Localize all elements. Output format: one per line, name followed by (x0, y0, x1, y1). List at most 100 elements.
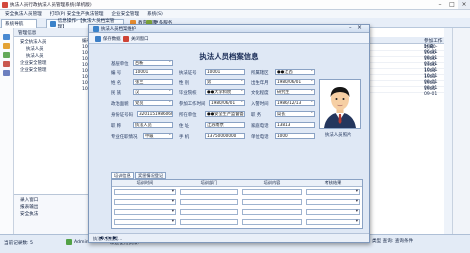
work-label: 参加工作时间 (179, 102, 206, 107)
join-label: 入警时间 (251, 102, 269, 107)
tree-item-2[interactable]: 执法人员 (26, 53, 44, 59)
grid-cell[interactable] (114, 189, 176, 195)
nation-select[interactable]: 汉 (133, 89, 173, 95)
party-label: 政治面貌 (111, 102, 129, 107)
menu-item-2[interactable]: 企业安全管理 (112, 11, 140, 17)
user-icon[interactable] (3, 52, 10, 58)
settings-icon[interactable] (3, 70, 10, 76)
grid-cell[interactable] (114, 199, 176, 205)
area-select[interactable]: ●●江西 (275, 69, 315, 75)
maximize-button[interactable]: □ (446, 0, 458, 9)
work-picker[interactable]: 1980/06/01 (209, 100, 245, 106)
dept-label: 基层单位 (111, 62, 129, 67)
mobile-input[interactable]: 13750000000 (205, 133, 245, 139)
id-input[interactable]: 320115198606050012 (137, 111, 173, 117)
office-label: 专业任职情况 (111, 135, 138, 140)
folder-icon[interactable] (3, 43, 10, 49)
dialog-heading: 执法人员档案信息 (199, 52, 259, 61)
user-status-icon (66, 239, 72, 245)
office-select[interactable]: 中级 (143, 133, 173, 139)
tree-item-4[interactable]: 企业安全管理 (20, 67, 46, 73)
name-input[interactable]: 张三 (133, 79, 173, 85)
grid-cell[interactable] (180, 209, 238, 215)
grid-cell[interactable] (114, 209, 176, 215)
dialog-toolbar: 保存数据 关闭窗口 (89, 33, 369, 44)
grid-cell[interactable] (180, 199, 238, 205)
dialog-title: 执法人员档案维护 (101, 26, 137, 32)
unit-select[interactable]: ●●安全生产监督管理局 (205, 111, 245, 117)
grid-cell[interactable] (180, 219, 238, 225)
unittel-input[interactable]: 1000 (275, 133, 315, 139)
grid-cell[interactable] (242, 189, 302, 195)
close-label: 关闭窗口 (131, 36, 149, 42)
nav-bottom-0[interactable]: 录入窗口 (20, 197, 38, 203)
dialog-minimize-button[interactable]: – (349, 25, 352, 31)
tab-training[interactable]: 培训信息 (111, 172, 134, 179)
menu-item-1[interactable]: 打印(P) 安全生产执法管理 (50, 11, 104, 17)
home-icon[interactable] (3, 34, 10, 40)
menu-item-0[interactable]: 安全执法人员管理 (5, 11, 42, 17)
home-input[interactable]: 江苏南京 (205, 122, 245, 128)
grid-cell[interactable] (242, 199, 302, 205)
window-icon (50, 21, 56, 27)
menu-item-3[interactable]: 系统(S) (147, 11, 163, 17)
close-button[interactable]: × (458, 0, 470, 9)
grid-cell[interactable] (242, 209, 302, 215)
left-icon-bar (0, 28, 14, 234)
grid-col-content: 培训内容 (240, 180, 304, 187)
party-select[interactable]: 党员 (133, 100, 173, 106)
cert-input[interactable]: 10001 (205, 69, 245, 75)
edu-select[interactable]: ●●大学和院 (205, 89, 245, 95)
home-label: 住 址 (179, 124, 190, 129)
dialog-close-button[interactable]: × (357, 24, 362, 31)
training-grid: 培训时间 培训部门 培训内容 考核结果 (111, 179, 363, 229)
culture-select[interactable]: 研究生 (275, 89, 315, 95)
birth-label: 出生年月 (251, 81, 269, 86)
tel-input[interactable]: 13813 (275, 122, 315, 128)
system-nav-label: 系统导航 (5, 22, 24, 27)
close-window-button[interactable]: 关闭窗口 (123, 35, 149, 42)
photo-label: 执法人员照片 (325, 133, 352, 138)
close-window-icon (123, 35, 129, 42)
tree-item-3[interactable]: 企业安全管理 (20, 60, 46, 66)
grid-cell[interactable] (306, 219, 360, 225)
area-label: 所属辖区 (251, 71, 269, 76)
tree-item-1[interactable]: 执法人员 (26, 46, 44, 52)
tree-item-0[interactable]: 安全执法人员 (20, 39, 46, 45)
nav-footer[interactable]: 安全执法 (20, 211, 38, 217)
grid-cell[interactable] (180, 189, 238, 195)
join-picker[interactable]: 1986/12/13 (275, 100, 315, 106)
save-icon (95, 35, 101, 42)
nav-bottom-1[interactable]: 报表输出 (20, 204, 38, 210)
officer-avatar-icon (320, 80, 360, 128)
duty-select[interactable]: 局长 (275, 111, 315, 117)
tab-reward[interactable]: 奖惩情况登记 (135, 172, 167, 179)
report-icon[interactable] (3, 61, 10, 67)
cert-label: 执法证号 (179, 71, 197, 76)
save-label: 保存数据 (103, 36, 121, 42)
menu-bar: 安全执法人员管理 打印(P) 安全生产执法管理 企业安全管理 系统(S) (0, 10, 470, 18)
no-label: 编 号 (111, 71, 122, 76)
tab-system-nav[interactable]: 系统导航 (1, 19, 37, 28)
edu-label: 毕业院校 (179, 91, 197, 96)
right-scroll-panel[interactable] (452, 28, 470, 234)
archive-dialog: 执法人员档案维护 – × 保存数据 关闭窗口 执法人员档案信息 基层单位 台新 … (88, 24, 370, 243)
duty-label: 职 务 (251, 113, 262, 118)
grid-cell[interactable] (306, 209, 360, 215)
birth-picker[interactable]: 1980/06/01 (275, 79, 315, 85)
grid-cell[interactable] (114, 219, 176, 225)
post-input[interactable]: 执法人员 (133, 122, 173, 128)
mobile-label: 手 机 (179, 135, 190, 140)
minimize-button[interactable]: – (434, 0, 446, 9)
post-label: 职 称 (111, 124, 122, 129)
grid-cell[interactable] (306, 189, 360, 195)
no-input[interactable]: 10001 (133, 69, 173, 75)
dept-select[interactable]: 台新 (133, 60, 173, 66)
grid-cell[interactable] (306, 199, 360, 205)
sex-select[interactable]: 男 (205, 79, 245, 85)
officer-photo[interactable] (319, 79, 361, 129)
grid-col-dept: 培训部门 (178, 180, 240, 187)
grid-cell[interactable] (242, 219, 302, 225)
record-label: 执法人员档案... (93, 236, 123, 241)
save-button[interactable]: 保存数据 (95, 35, 121, 42)
